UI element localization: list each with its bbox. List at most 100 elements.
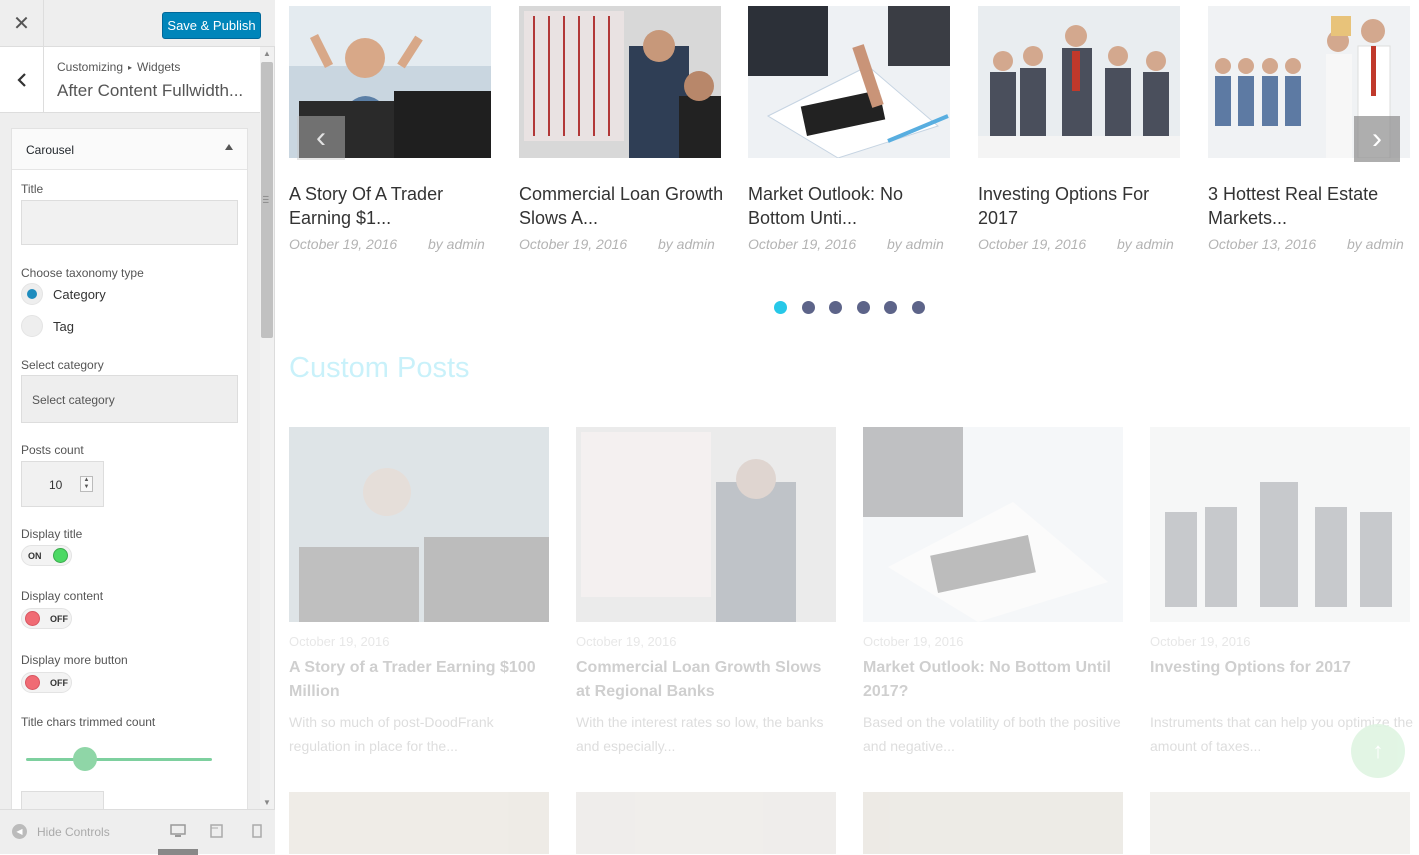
carousel-dot[interactable] [829, 301, 842, 314]
posts-count-label: Posts count [21, 443, 84, 457]
collapse-arrow-icon[interactable] [225, 144, 233, 150]
mobile-icon[interactable] [250, 824, 266, 838]
carousel-dot[interactable] [802, 301, 815, 314]
radio-category-label: Category [53, 287, 106, 302]
post-author[interactable]: by admin [428, 236, 485, 252]
save-publish-button[interactable]: Save & Publish [162, 12, 261, 39]
widget-title: Carousel [26, 143, 75, 157]
title-label: Title [21, 182, 44, 196]
post-date: October 19, 2016 [863, 634, 964, 649]
category-select[interactable]: Select category [21, 375, 238, 423]
radio-category[interactable] [21, 283, 43, 305]
radio-tag-label: Tag [53, 319, 74, 334]
post-date: October 19, 2016 [978, 236, 1087, 252]
post-date: October 19, 2016 [519, 236, 628, 252]
post-author[interactable]: by admin [1117, 236, 1174, 252]
breadcrumb-separator-icon: ▸ [128, 63, 133, 72]
back-button[interactable] [0, 47, 44, 113]
collapse-circle-icon: ◀ [12, 824, 27, 839]
carousel-post-title[interactable]: Investing Options For 2017 [978, 182, 1188, 230]
carousel-post-title[interactable]: A Story Of A Trader Earning $1... [289, 182, 499, 230]
tablet-icon[interactable] [209, 824, 225, 838]
customizer-topbar: ✕ Save & Publish [0, 0, 275, 47]
post-excerpt: With the interest rates so low, the bank… [576, 714, 824, 754]
post-title[interactable]: Market Outlook: No Bottom Until 2017? [863, 656, 1123, 704]
carousel-prev-arrow-icon[interactable]: ‹ [297, 116, 345, 160]
resize-grip-icon[interactable]: – – – [263, 192, 269, 208]
display-more-toggle[interactable]: OFF [21, 672, 72, 693]
display-title-label: Display title [21, 527, 83, 541]
title-input[interactable] [21, 200, 238, 245]
select-category-label: Select category [21, 358, 104, 372]
carousel-widget-form: Carousel Title Choose taxonomy type Cate… [11, 128, 248, 828]
carousel-post-title[interactable]: 3 Hottest Real Estate Markets... [1208, 182, 1418, 230]
post-thumbnail[interactable] [576, 792, 836, 854]
site-preview: A Story Of A Trader Earning $1... Octobe… [275, 0, 1419, 854]
post-thumbnail[interactable] [289, 427, 549, 622]
carousel-dot[interactable] [912, 301, 925, 314]
toggle-state: OFF [50, 678, 68, 688]
number-spinner-icon[interactable]: ▲ ▼ [80, 476, 93, 492]
scroll-down-icon[interactable]: ▼ [262, 797, 272, 807]
section-header: Customizing ▸ Widgets After Content Fullwi… [0, 47, 260, 113]
widget-header[interactable]: Carousel [12, 129, 247, 170]
chevron-left-icon [16, 73, 26, 87]
post-date: October 19, 2016 [1150, 634, 1251, 649]
post-date: October 19, 2016 [576, 634, 677, 649]
post-thumbnail[interactable] [1150, 792, 1410, 854]
section-title: After Content Fullwidth... [57, 81, 244, 100]
display-content-label: Display content [21, 589, 104, 603]
taxonomy-label: Choose taxonomy type [21, 266, 144, 280]
post-thumbnail[interactable] [289, 792, 549, 854]
hide-controls-button[interactable]: ◀ Hide Controls [12, 824, 110, 839]
toggle-knob [25, 611, 40, 626]
title-chars-label: Title chars trimmed count [21, 715, 156, 729]
back-to-top-arrow-icon[interactable]: ↑ [1351, 724, 1405, 778]
custom-posts-section: Custom Posts October 19, 2016 October 19… [275, 340, 1419, 854]
post-title[interactable]: Commercial Loan Growth Slows at Regional… [576, 656, 836, 704]
hide-controls-label: Hide Controls [37, 824, 110, 839]
custom-posts-heading: Custom Posts [289, 352, 470, 384]
breadcrumb-child: Widgets [137, 60, 181, 74]
toggle-state: OFF [50, 614, 68, 624]
posts-count-value: 10 [49, 478, 63, 492]
display-content-toggle[interactable]: OFF [21, 608, 72, 629]
title-chars-slider-handle[interactable] [73, 747, 97, 771]
post-thumbnail[interactable] [863, 792, 1123, 854]
post-author[interactable]: by admin [1347, 236, 1404, 252]
toggle-state: ON [28, 551, 42, 561]
post-author[interactable]: by admin [887, 236, 944, 252]
post-excerpt: Based on the volatility of both the posi… [863, 714, 1121, 754]
breadcrumb: Customizing ▸ Widgets [57, 60, 180, 74]
post-title[interactable]: Investing Options for 2017 [1150, 656, 1410, 680]
post-author[interactable]: by admin [658, 236, 715, 252]
post-excerpt: With so much of post-DoodFrank regulatio… [289, 714, 494, 754]
carousel-post-title[interactable]: Commercial Loan Growth Slows A... [519, 182, 729, 230]
breadcrumb-parent: Customizing [57, 60, 124, 74]
post-date: October 19, 2016 [748, 236, 857, 252]
post-thumbnail[interactable] [863, 427, 1123, 622]
post-thumbnail[interactable] [519, 6, 721, 158]
post-thumbnail[interactable] [576, 427, 836, 622]
desktop-icon[interactable] [170, 824, 186, 838]
post-date: October 13, 2016 [1208, 236, 1317, 252]
display-title-toggle[interactable]: ON [21, 545, 72, 566]
close-icon[interactable]: ✕ [0, 0, 44, 47]
carousel-dot[interactable] [857, 301, 870, 314]
carousel-dot[interactable] [884, 301, 897, 314]
display-more-label: Display more button [21, 653, 128, 667]
post-date: October 19, 2016 [289, 634, 390, 649]
post-date: October 19, 2016 [289, 236, 398, 252]
carousel-next-arrow-icon[interactable]: › [1354, 116, 1400, 162]
posts-count-input[interactable]: 10 ▲ ▼ [21, 461, 104, 507]
carousel-post-title[interactable]: Market Outlook: No Bottom Unti... [748, 182, 958, 230]
customizer-footer: ◀ Hide Controls [0, 809, 275, 855]
post-thumbnail[interactable] [748, 6, 950, 158]
post-thumbnail[interactable] [1150, 427, 1410, 622]
carousel-dot[interactable] [774, 301, 787, 314]
radio-tag[interactable] [21, 315, 43, 337]
post-thumbnail[interactable] [978, 6, 1180, 158]
post-title[interactable]: A Story of a Trader Earning $100 Million [289, 656, 549, 704]
title-chars-slider-track[interactable] [26, 758, 212, 761]
scroll-up-icon[interactable]: ▲ [262, 48, 272, 58]
